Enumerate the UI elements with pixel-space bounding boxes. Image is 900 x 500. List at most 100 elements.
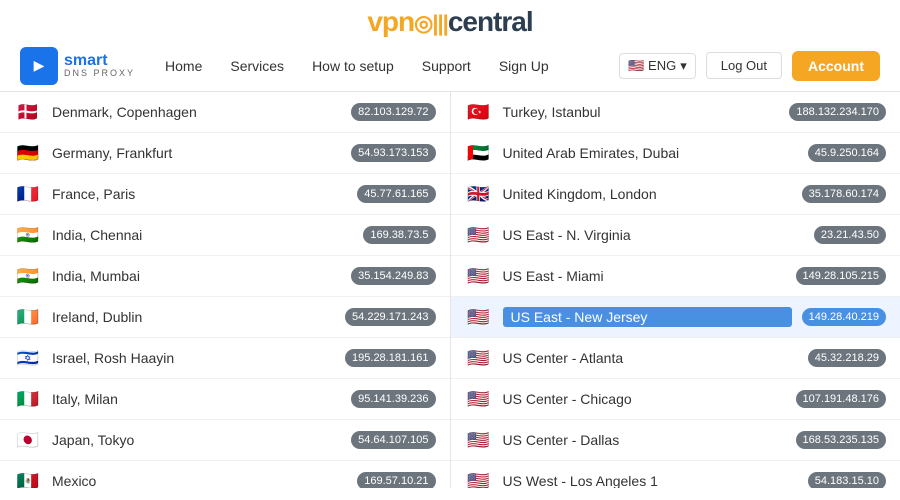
flag-icon: 🇺🇸 — [465, 471, 493, 488]
server-name: Denmark, Copenhagen — [52, 104, 341, 120]
ip-badge: 168.53.235.135 — [796, 431, 886, 449]
server-name: France, Paris — [52, 186, 347, 202]
logout-button[interactable]: Log Out — [706, 52, 782, 79]
flag-icon: 🇮🇳 — [14, 225, 42, 245]
ip-badge: 149.28.105.215 — [796, 267, 886, 285]
nav-signup[interactable]: Sign Up — [499, 58, 549, 74]
ip-badge: 169.57.10.21 — [357, 472, 435, 488]
ip-badge: 169.38.73.5 — [363, 226, 435, 244]
account-button[interactable]: Account — [792, 51, 880, 81]
ip-badge: 45.77.61.165 — [357, 185, 435, 203]
nav-home[interactable]: Home — [165, 58, 202, 74]
table-row[interactable]: 🇺🇸 US East - New Jersey 149.28.40.219 — [451, 297, 900, 338]
nav-links: Home Services How to setup Support Sign … — [165, 58, 619, 74]
server-name: Mexico — [52, 473, 347, 488]
server-name: Italy, Milan — [52, 391, 341, 407]
flag-icon: 🇺🇸 — [465, 430, 493, 450]
ip-badge: 195.28.181.161 — [345, 349, 435, 367]
table-row[interactable]: 🇺🇸 US West - Los Angeles 1 54.183.15.10 — [451, 461, 900, 488]
table-row[interactable]: 🇮🇳 India, Chennai 169.38.73.5 — [0, 215, 450, 256]
table-row[interactable]: 🇹🇷 Turkey, Istanbul 188.132.234.170 — [451, 92, 900, 133]
language-selector[interactable]: 🇺🇸 ENG ▾ — [619, 53, 696, 79]
flag-icon: 🇯🇵 — [14, 430, 42, 450]
table-row[interactable]: 🇺🇸 US East - N. Virginia 23.21.43.50 — [451, 215, 900, 256]
table-row[interactable]: 🇲🇽 Mexico 169.57.10.21 — [0, 461, 450, 488]
server-name: Japan, Tokyo — [52, 432, 341, 448]
ip-badge: 149.28.40.219 — [802, 308, 886, 326]
vpn-text: vpn — [367, 6, 414, 37]
ip-badge: 54.64.107.105 — [351, 431, 435, 449]
smart-logo-text: smart DNS PROXY — [64, 53, 135, 78]
flag-icon: 🇲🇽 — [14, 471, 42, 488]
flag-icon: 🇦🇪 — [465, 143, 493, 163]
flag-icon: 🇺🇸 — [465, 307, 493, 327]
table-row[interactable]: 🇬🇧 United Kingdom, London 35.178.60.174 — [451, 174, 900, 215]
ip-badge: 45.9.250.164 — [808, 144, 886, 162]
smart-logo-icon — [20, 47, 58, 85]
site-logo[interactable]: smart DNS PROXY — [20, 47, 135, 85]
table-row[interactable]: 🇮🇳 India, Mumbai 35.154.249.83 — [0, 256, 450, 297]
server-name: US East - N. Virginia — [503, 227, 804, 243]
table-row[interactable]: 🇮🇪 Ireland, Dublin 54.229.171.243 — [0, 297, 450, 338]
central-text: central — [448, 6, 533, 37]
table-row[interactable]: 🇮🇱 Israel, Rosh Haayin 195.28.181.161 — [0, 338, 450, 379]
ip-badge: 107.191.48.176 — [796, 390, 886, 408]
nav-how-to-setup[interactable]: How to setup — [312, 58, 394, 74]
server-name: Germany, Frankfurt — [52, 145, 341, 161]
flag-icon: 🇺🇸 — [465, 266, 493, 286]
table-row[interactable]: 🇩🇪 Germany, Frankfurt 54.93.173.153 — [0, 133, 450, 174]
flag-icon: 🇬🇧 — [465, 184, 493, 204]
server-name: US East - Miami — [503, 268, 786, 284]
server-name: United Kingdom, London — [503, 186, 792, 202]
table-row[interactable]: 🇦🇪 United Arab Emirates, Dubai 45.9.250.… — [451, 133, 900, 174]
server-name: India, Mumbai — [52, 268, 341, 284]
ip-badge: 188.132.234.170 — [789, 103, 886, 121]
ip-badge: 35.178.60.174 — [802, 185, 886, 203]
vpncentral-logo: vpn◎|||central — [367, 6, 532, 37]
ip-badge: 54.229.171.243 — [345, 308, 435, 326]
ip-badge: 23.21.43.50 — [814, 226, 886, 244]
server-name: United Arab Emirates, Dubai — [503, 145, 798, 161]
table-row[interactable]: 🇩🇰 Denmark, Copenhagen 82.103.129.72 — [0, 92, 450, 133]
flag-icon: 🇺🇸 — [465, 225, 493, 245]
table-row[interactable]: 🇮🇹 Italy, Milan 95.141.39.236 — [0, 379, 450, 420]
main-content: 🇩🇰 Denmark, Copenhagen 82.103.129.72 🇩🇪 … — [0, 92, 900, 488]
table-row[interactable]: 🇺🇸 US East - Miami 149.28.105.215 — [451, 256, 900, 297]
chevron-down-icon: ▾ — [680, 58, 687, 74]
server-name: US West - Los Angeles 1 — [503, 473, 798, 488]
table-row[interactable]: 🇫🇷 France, Paris 45.77.61.165 — [0, 174, 450, 215]
logo-bar: vpn◎|||central — [0, 0, 900, 40]
table-row[interactable]: 🇺🇸 US Center - Chicago 107.191.48.176 — [451, 379, 900, 420]
flag-icon: 🇮🇳 — [14, 266, 42, 286]
table-row[interactable]: 🇯🇵 Japan, Tokyo 54.64.107.105 — [0, 420, 450, 461]
ip-badge: 82.103.129.72 — [351, 103, 435, 121]
signal-icon: ◎||| — [414, 11, 448, 36]
navbar: smart DNS PROXY Home Services How to set… — [0, 40, 900, 92]
flag-icon: 🇺🇸 — [465, 348, 493, 368]
ip-badge: 54.93.173.153 — [351, 144, 435, 162]
nav-support[interactable]: Support — [422, 58, 471, 74]
ip-badge: 95.141.39.236 — [351, 390, 435, 408]
server-name: Turkey, Istanbul — [503, 104, 780, 120]
server-name: India, Chennai — [52, 227, 353, 243]
right-column: 🇹🇷 Turkey, Istanbul 188.132.234.170 🇦🇪 U… — [451, 92, 900, 488]
table-row[interactable]: 🇺🇸 US Center - Atlanta 45.32.218.29 — [451, 338, 900, 379]
server-table: 🇩🇰 Denmark, Copenhagen 82.103.129.72 🇩🇪 … — [0, 92, 900, 488]
flag-icon: 🇩🇰 — [14, 102, 42, 122]
server-name: US Center - Dallas — [503, 432, 786, 448]
table-row[interactable]: 🇺🇸 US Center - Dallas 168.53.235.135 — [451, 420, 900, 461]
server-name: US Center - Chicago — [503, 391, 786, 407]
nav-services[interactable]: Services — [230, 58, 284, 74]
ip-badge: 35.154.249.83 — [351, 267, 435, 285]
flag-icon: 🇮🇹 — [14, 389, 42, 409]
flag-icon: 🇮🇱 — [14, 348, 42, 368]
left-column: 🇩🇰 Denmark, Copenhagen 82.103.129.72 🇩🇪 … — [0, 92, 451, 488]
flag-icon: 🇺🇸 — [465, 389, 493, 409]
server-name: Ireland, Dublin — [52, 309, 335, 325]
lang-label: 🇺🇸 ENG — [628, 58, 676, 74]
flag-icon: 🇹🇷 — [465, 102, 493, 122]
server-name: US Center - Atlanta — [503, 350, 798, 366]
flag-icon: 🇩🇪 — [14, 143, 42, 163]
ip-badge: 45.32.218.29 — [808, 349, 886, 367]
flag-icon: 🇮🇪 — [14, 307, 42, 327]
